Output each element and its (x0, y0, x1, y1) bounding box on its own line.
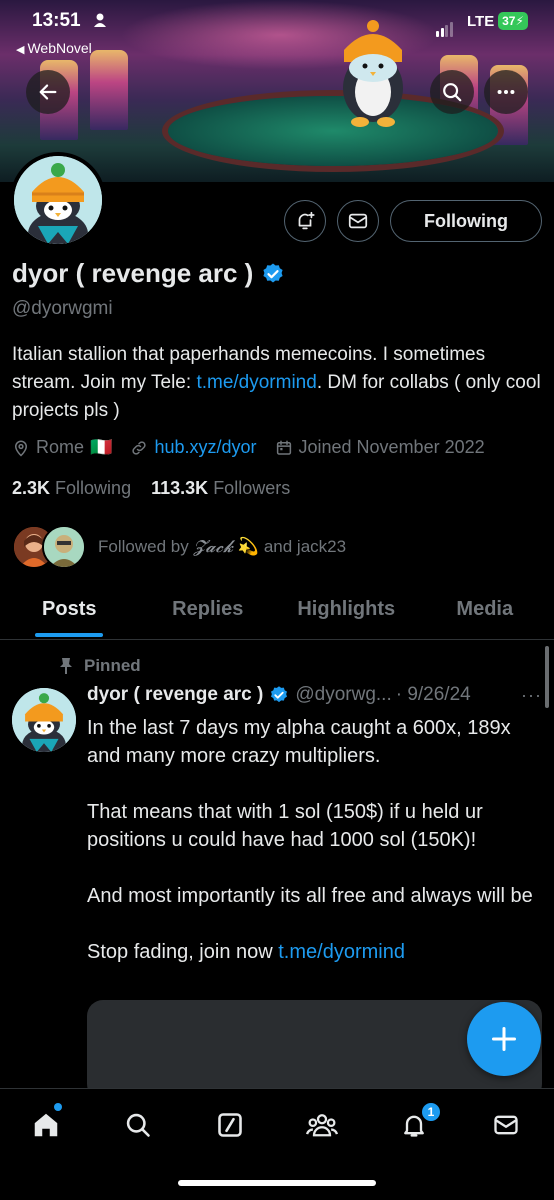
search-icon (443, 83, 462, 102)
follower-avatar (42, 525, 86, 569)
verified-icon (271, 686, 288, 703)
followed-by[interactable]: Followed by 𝓩𝓪𝓬𝓴 💫 and jack23 (12, 524, 542, 570)
display-name: dyor ( revenge arc ) (12, 258, 254, 288)
post-paragraph: Stop fading, join now t.me/dyormind (87, 938, 542, 966)
scrollbar[interactable] (545, 646, 549, 708)
more-options-button[interactable] (484, 70, 528, 114)
post-paragraph: And most importantly its all free and al… (87, 885, 533, 907)
following-count: 2.3K (12, 478, 51, 498)
home-icon (34, 1113, 58, 1137)
penguin-avatar-image (12, 688, 76, 752)
battery-level: 37 (502, 14, 516, 28)
verified-icon[interactable] (261, 262, 285, 286)
followed-by-text: Followed by 𝓩𝓪𝓬𝓴 💫 and jack23 (98, 537, 346, 557)
messages-icon (494, 1115, 518, 1135)
back-app-label: WebNovel (27, 40, 92, 56)
followed-by-name-1: 𝓩𝓪𝓬𝓴 (193, 537, 234, 557)
battery-indicator: 37⚡ (498, 12, 528, 30)
nav-communities[interactable] (300, 1103, 344, 1147)
signal-icon (436, 19, 454, 37)
follow-counts: 2.3K Following 113.3K Followers (12, 478, 290, 499)
message-button[interactable] (337, 200, 379, 242)
followed-by-prefix: Followed by (98, 537, 189, 556)
profile-bio: Italian stallion that paperhands memecoi… (12, 341, 542, 425)
penguin-avatar-image (14, 156, 102, 244)
back-button[interactable] (26, 70, 70, 114)
pinned-text: Pinned (84, 656, 141, 675)
post-date: · 9/26/24 (395, 684, 471, 705)
followed-by-and: and (263, 537, 293, 556)
calendar-icon (276, 440, 291, 455)
nav-search[interactable] (116, 1103, 160, 1147)
compose-button[interactable] (467, 1002, 541, 1076)
profile-meta: Rome 🇮🇹 hub.xyz/dyor Joined November 202… (12, 437, 503, 458)
italy-flag: 🇮🇹 (90, 437, 113, 457)
profile-tabs: Posts Replies Highlights Media (0, 582, 554, 640)
following-count-link[interactable]: 2.3K Following (12, 478, 131, 498)
joined-text: Joined November 2022 (298, 437, 485, 457)
following-label: Following (55, 478, 132, 498)
post-header: dyor ( revenge arc ) @dyorwg... · 9/26/2… (87, 684, 542, 706)
website[interactable]: hub.xyz/dyor (130, 437, 257, 458)
home-unread-dot (54, 1103, 62, 1111)
website-link[interactable]: hub.xyz/dyor (154, 437, 256, 458)
back-triangle-icon: ◀ (16, 44, 25, 56)
followed-by-name-2: jack23 (296, 537, 347, 556)
followers-count-link[interactable]: 113.3K Followers (151, 478, 290, 498)
more-icon (497, 89, 515, 95)
status-time: 13:51 (32, 10, 81, 31)
back-arrow-icon (39, 84, 57, 100)
nav-grok[interactable] (208, 1103, 252, 1147)
sparkle-emoji: 💫 (237, 537, 260, 556)
nav-home[interactable] (24, 1103, 68, 1147)
pin-icon (60, 658, 72, 674)
communities-icon (306, 1114, 338, 1137)
post-paragraph: In the last 7 days my alpha caught a 600… (87, 717, 511, 767)
network-type: LTE (467, 13, 495, 30)
post-body[interactable]: In the last 7 days my alpha caught a 600… (87, 714, 542, 994)
grok-icon (218, 1113, 242, 1137)
bell-add-icon (298, 211, 315, 230)
followers-label: Followers (213, 478, 291, 498)
tab-replies[interactable]: Replies (139, 582, 278, 639)
pinned-label: Pinned (58, 656, 141, 676)
person-icon (94, 13, 106, 27)
post-paragraph: That means that with 1 sol (150$) if u h… (87, 801, 483, 851)
tab-highlights[interactable]: Highlights (277, 582, 416, 639)
location-text: Rome (36, 437, 85, 457)
post-author-handle: @dyorwg... (295, 684, 392, 705)
compose-plus-icon (491, 1026, 517, 1052)
followers-count: 113.3K (151, 478, 209, 498)
profile-avatar[interactable] (10, 152, 106, 248)
tab-media[interactable]: Media (416, 582, 554, 639)
search-icon (126, 1113, 150, 1137)
home-indicator (178, 1180, 376, 1186)
post-more-icon[interactable]: ··· (521, 685, 542, 706)
tab-posts[interactable]: Posts (0, 582, 139, 639)
location: Rome 🇮🇹 (12, 437, 112, 458)
profile-handle: @dyorwgmi (12, 298, 113, 319)
link-icon (132, 440, 147, 455)
post-author-name[interactable]: dyor ( revenge arc ) (87, 684, 263, 706)
post-author-avatar[interactable] (12, 688, 76, 752)
notifications-badge: 1 (420, 1101, 442, 1123)
post-cta-text: Stop fading, join now (87, 941, 279, 963)
back-to-app[interactable]: ◀ WebNovel (16, 40, 92, 56)
nav-messages[interactable] (484, 1103, 528, 1147)
profile-name: dyor ( revenge arc ) (12, 258, 285, 289)
mail-icon (348, 213, 368, 229)
search-button[interactable] (430, 70, 474, 114)
status-bar: 13:51 ◀ WebNovel LTE 37⚡ (0, 0, 554, 64)
post-telegram-link[interactable]: t.me/dyormind (278, 941, 405, 963)
bio-telegram-link[interactable]: t.me/dyormind (196, 372, 316, 393)
following-button[interactable]: Following (390, 200, 542, 242)
location-icon (14, 440, 28, 457)
charging-icon: ⚡ (515, 14, 524, 28)
joined-date: Joined November 2022 (275, 437, 485, 458)
follower-avatar-image (44, 527, 84, 567)
notify-button[interactable] (284, 200, 326, 242)
